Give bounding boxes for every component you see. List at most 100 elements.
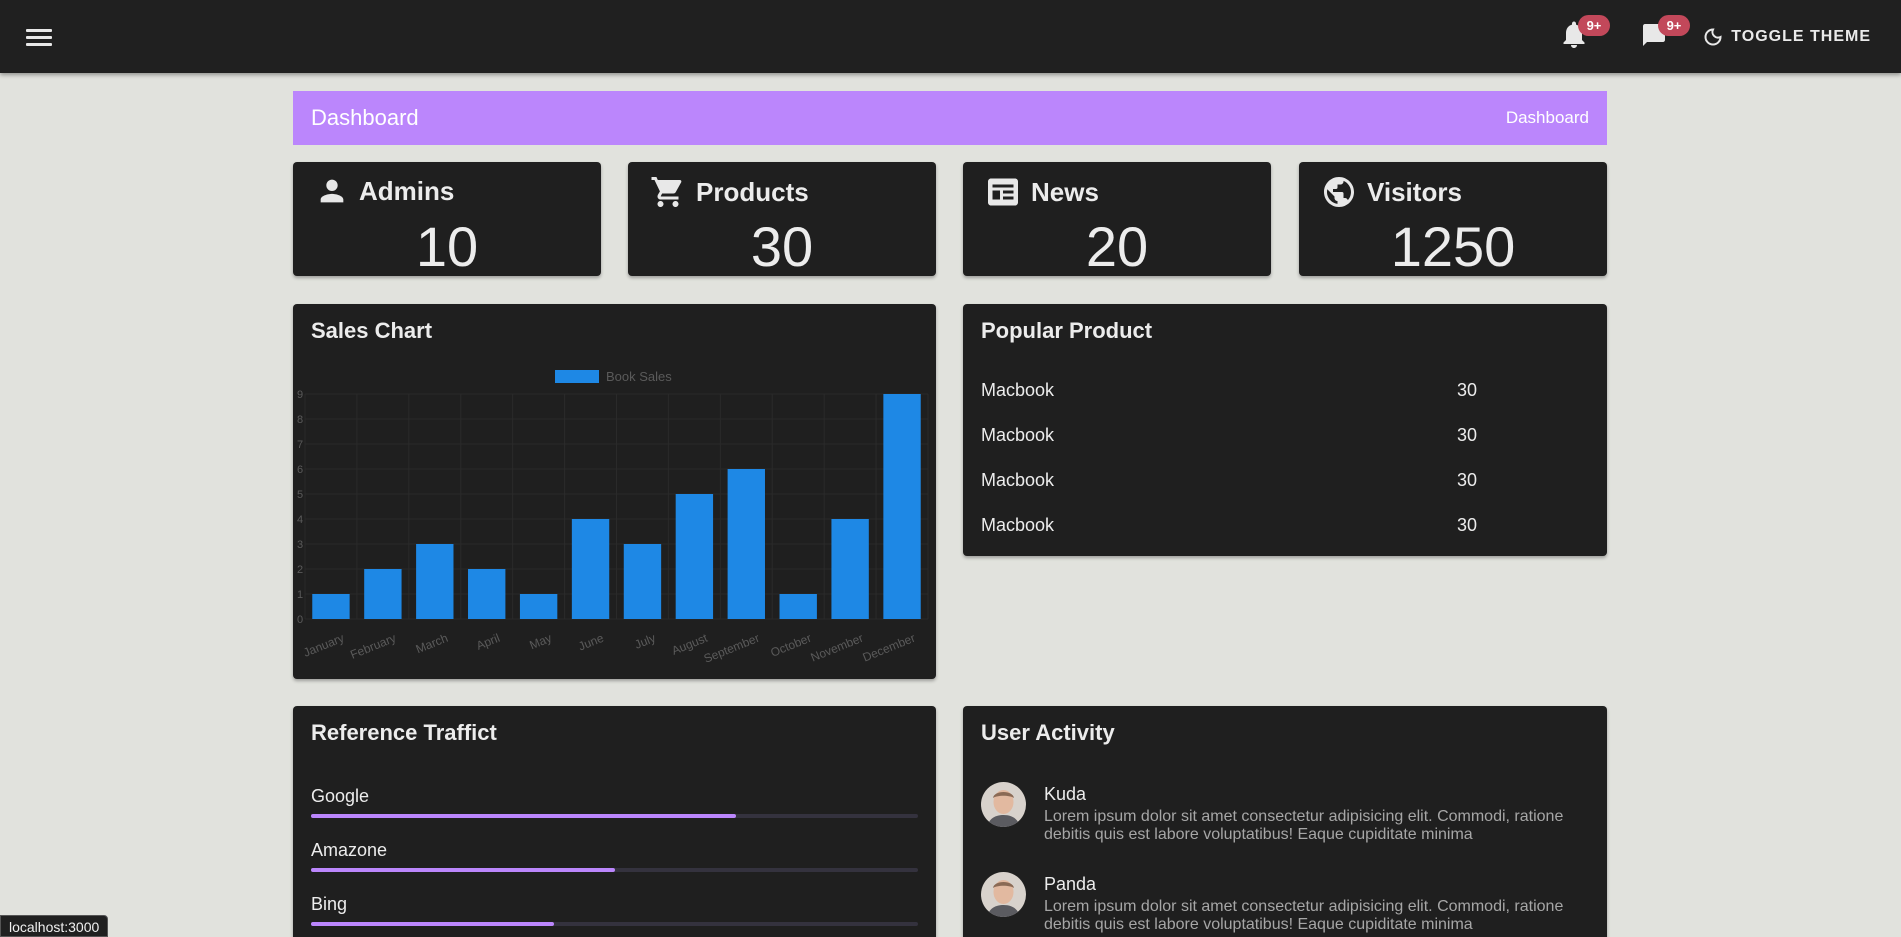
legend-swatch [555, 370, 599, 383]
status-bar-url: localhost:3000 [0, 915, 109, 937]
traffic-progress-fill [311, 922, 554, 926]
list-item: Macbook 30 [981, 515, 1581, 536]
chart-bar [675, 494, 714, 619]
list-item: Macbook 30 [981, 470, 1581, 491]
product-name: Macbook [981, 515, 1055, 535]
messages-button[interactable]: 9+ [1632, 14, 1690, 58]
traffic-progress-fill [311, 814, 736, 818]
chart-bar [364, 569, 402, 619]
chart-bar [468, 569, 506, 619]
globe-icon [1324, 177, 1354, 207]
traffic-item-bing: Bing [311, 894, 918, 926]
user-activity-card: User Activity Kuda Lorem ipsum dolor sit… [963, 706, 1607, 937]
stat-card-visitors: Visitors 1250 [1299, 162, 1607, 278]
product-name: Macbook [981, 380, 1055, 400]
y-tick-label: 8 [297, 414, 303, 426]
moon-icon [1704, 28, 1722, 46]
product-qty: 30 [1457, 380, 1478, 400]
y-tick-label: 4 [297, 514, 303, 526]
y-tick-label: 5 [297, 489, 303, 501]
stat-label: Products [696, 176, 809, 207]
stat-label: Visitors [1367, 176, 1462, 207]
traffic-progress [311, 868, 918, 872]
product-qty: 30 [1457, 470, 1478, 490]
traffic-progress-fill [311, 868, 615, 872]
chart-bar [623, 544, 662, 619]
chart-bar [571, 519, 610, 619]
list-item: Macbook 30 [981, 425, 1581, 446]
traffic-progress [311, 922, 918, 926]
activity-user-name: Kuda [1044, 784, 1087, 804]
legend-label: Book Sales [606, 369, 672, 384]
notification-badge: 9+ [1578, 15, 1610, 36]
chart-bar [519, 594, 558, 619]
x-tick-label: March [414, 631, 450, 656]
activity-item: Kuda Lorem ipsum dolor sit amet consecte… [981, 782, 1591, 844]
app-bar: 9+ 9+ TOGGLE THEME [0, 0, 1901, 73]
newspaper-icon [988, 178, 1018, 206]
traffic-source-name: Bing [311, 894, 348, 914]
sales-chart-card: Sales Chart 0 1 2 3 4 5 6 7 8 9 Book Sales January F… [293, 304, 936, 679]
y-tick-label: 6 [297, 464, 303, 476]
y-tick-label: 0 [297, 614, 303, 626]
y-tick-label: 7 [297, 439, 303, 451]
sales-chart: 0 1 2 3 4 5 6 7 8 9 Book Sales January February March… [297, 369, 929, 666]
popular-product-card: Popular Product Macbook 30 Macbook 30 Ma… [963, 304, 1607, 556]
menu-button[interactable] [22, 25, 56, 49]
x-tick-label: December [861, 631, 918, 665]
stat-card-admins: Admins 10 [293, 162, 601, 278]
traffic-item-google: Google [311, 786, 918, 818]
chart-bar [416, 544, 454, 619]
stat-value: 30 [750, 215, 814, 278]
x-tick-label: July [633, 631, 658, 652]
notifications-button[interactable]: 9+ [1552, 14, 1610, 58]
page-title: Dashboard [311, 105, 419, 130]
stat-card-news: News 20 [963, 162, 1271, 278]
y-tick-label: 1 [297, 589, 303, 601]
traffic-progress [311, 814, 918, 818]
x-tick-label: September [702, 631, 762, 666]
y-tick-label: 2 [297, 564, 303, 576]
stat-value: 20 [1085, 215, 1149, 278]
chart-bar [831, 519, 869, 619]
chart-bar [883, 394, 921, 619]
stat-label: Admins [359, 175, 455, 206]
x-tick-label: June [576, 631, 606, 654]
breadcrumb[interactable]: Dashboard [1506, 108, 1589, 128]
product-qty: 30 [1457, 425, 1478, 445]
product-name: Macbook [981, 470, 1055, 490]
x-tick-label: April [474, 631, 502, 653]
x-tick-label: November [809, 631, 866, 665]
chart-bar [727, 469, 765, 619]
stat-card-products: Products 30 [628, 162, 936, 278]
stat-value: 1250 [1390, 215, 1516, 278]
x-tick-label: February [348, 631, 398, 662]
cart-icon [651, 177, 682, 207]
toggle-theme-button[interactable]: TOGGLE THEME [1703, 22, 1871, 52]
message-badge: 9+ [1658, 15, 1690, 36]
product-qty: 30 [1457, 515, 1478, 535]
y-tick-label: 9 [297, 389, 303, 401]
traffic-item-amazone: Amazone [311, 840, 918, 872]
avatar [981, 782, 1026, 827]
person-icon [320, 179, 344, 203]
x-tick-label: January [301, 631, 346, 660]
stat-label: News [1031, 176, 1099, 207]
page-header: Dashboard Dashboard [293, 91, 1607, 145]
product-name: Macbook [981, 425, 1055, 445]
popular-product-title: Popular Product [981, 318, 1153, 343]
list-item: Macbook 30 [981, 380, 1581, 401]
x-tick-label: October [769, 631, 814, 660]
reference-traffic-title: Reference Traffict [311, 720, 497, 745]
chart-bar [779, 594, 817, 619]
user-activity-title: User Activity [981, 720, 1115, 745]
activity-text: Lorem ipsum dolor sit amet consectetur a… [1044, 898, 1564, 933]
avatar [981, 872, 1026, 917]
toggle-theme-label: TOGGLE THEME [1731, 28, 1871, 45]
activity-user-name: Panda [1044, 874, 1097, 894]
stat-value: 10 [415, 215, 479, 278]
chart-bar [312, 594, 350, 619]
x-tick-label: May [527, 631, 553, 652]
y-tick-label: 3 [297, 539, 303, 551]
activity-item: Panda Lorem ipsum dolor sit amet consect… [981, 872, 1591, 934]
